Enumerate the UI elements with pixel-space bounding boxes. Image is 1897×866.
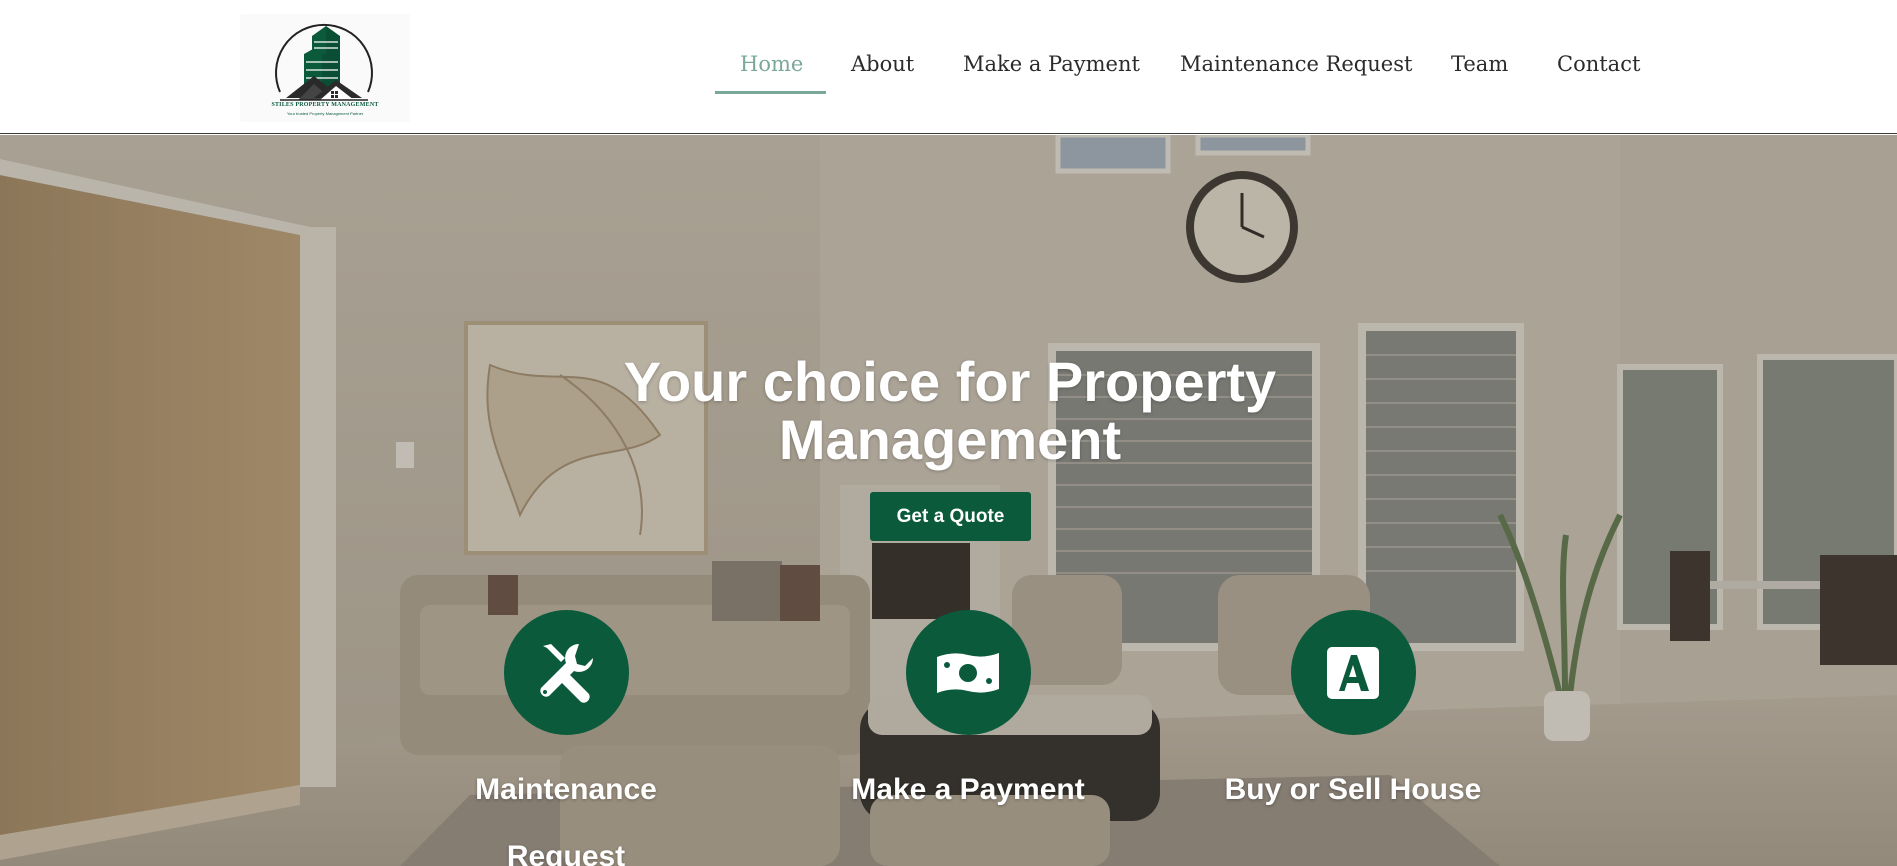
main-nav: Home About Make a Payment Maintenance Re… [0,0,1897,134]
tools-icon [540,643,593,703]
service-buy-or-sell-house[interactable]: Buy or Sell House [1223,610,1483,823]
nav-make-a-payment[interactable]: Make a Payment [963,52,1140,82]
service-icon-circle [503,610,629,735]
service-label: Maintenance Request [475,773,657,866]
nav-home[interactable]: Home [740,52,803,82]
service-maintenance-request[interactable]: Maintenance Request [436,610,696,866]
broker-letter-a-icon [1327,646,1379,699]
nav-contact[interactable]: Contact [1557,52,1640,82]
service-make-a-payment[interactable]: Make a Payment [838,610,1098,823]
get-a-quote-button[interactable]: Get a Quote [870,492,1031,541]
service-label: Buy or Sell House [1224,773,1482,806]
service-icon-circle [905,610,1031,735]
nav-maintenance-request[interactable]: Maintenance Request [1180,52,1412,82]
nav-active-indicator [715,91,826,94]
hero-section: Your choice for Property Management Get … [0,135,1897,866]
money-bill-icon [937,652,999,693]
service-label: Make a Payment [851,773,1085,806]
site-header: STILES PROPERTY MANAGEMENT Your trusted … [0,0,1897,134]
nav-team[interactable]: Team [1451,52,1508,82]
hero-title: Your choice for Property Management [623,350,1277,471]
nav-about[interactable]: About [851,52,914,82]
service-icon-circle [1290,610,1416,735]
